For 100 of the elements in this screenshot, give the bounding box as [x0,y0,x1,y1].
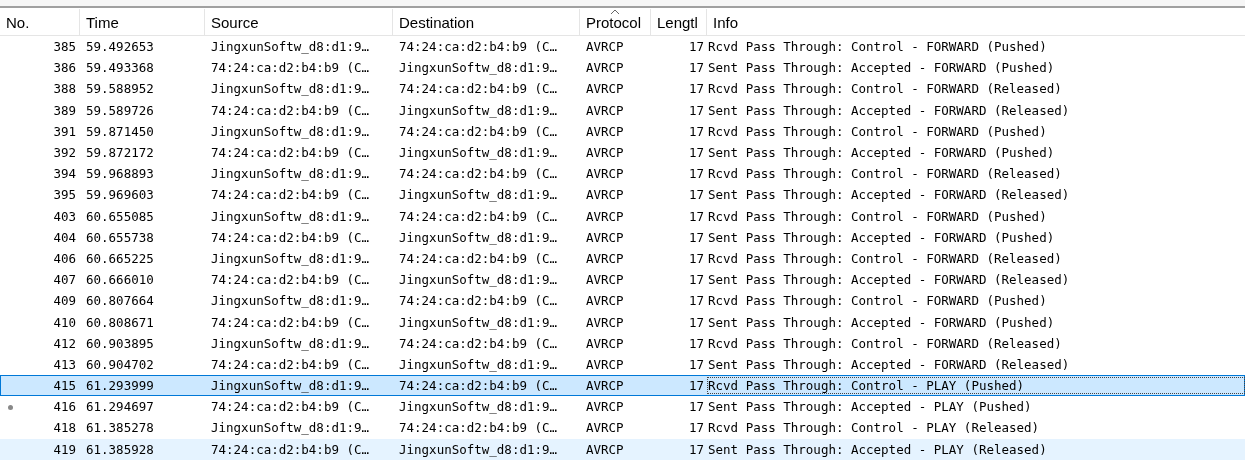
table-cell-text: 385 [52,39,77,55]
column-header[interactable]: Info [707,9,1245,35]
table-cell-text: 74:24:ca:d2:b4:b9 (C… [210,229,371,245]
table-cell-text: 17 [687,60,705,76]
table-cell-text: 61.293999 [85,378,155,394]
table-cell-text: JingxunSoftw_d8:d1:9… [210,123,371,139]
table-cell-text: AVRCP [585,229,625,245]
table-cell-text: JingxunSoftw_d8:d1:9… [210,293,371,309]
packet-row[interactable]: 413 60.904702 74:24:ca:d2:b4:b9 (C… JingxunSoftw_d8:d1:9… AVRCP 17 Sent Pass Through: Accepted - FORWARD (Released) [0,353,1245,375]
table-cell-text: AVRCP [585,314,625,330]
table-cell-text: 17 [687,335,705,351]
column-header[interactable]: Protocol [580,9,651,35]
table-cell: Rcvd Pass Through: Control - PLAY (Pushed) [708,378,1244,394]
table-cell-text: JingxunSoftw_d8:d1:9… [210,39,371,55]
table-cell-text: AVRCP [585,399,625,415]
table-cell-text: Sent Pass Through: Accepted - PLAY (Pushed) [708,399,1033,415]
table-cell-text: 60.655085 [85,208,155,224]
table-cell-text: 60.666010 [85,272,155,288]
table-cell-text: 74:24:ca:d2:b4:b9 (C… [210,187,371,203]
packet-row[interactable]: 403 60.655085 JingxunSoftw_d8:d1:9… 74:24:ca:d2:b4:b9 (C… AVRCP 17 Rcvd Pass Through: Control - FORWARD (Pushed) [0,205,1245,227]
column-header[interactable]: Destination [393,9,580,35]
table-cell-text: AVRCP [585,187,625,203]
packet-row[interactable]: 386 59.493368 74:24:ca:d2:b4:b9 (C… JingxunSoftw_d8:d1:9… AVRCP 17 Sent Pass Through: Accepted - FORWARD (Pushed) [0,57,1245,79]
table-cell-text: JingxunSoftw_d8:d1:9… [398,102,559,118]
table-cell-text: AVRCP [585,250,625,266]
packet-row[interactable]: 395 59.969603 74:24:ca:d2:b4:b9 (C… JingxunSoftw_d8:d1:9… AVRCP 17 Sent Pass Through: Accepted - FORWARD (Released) [0,184,1245,206]
packet-row[interactable]: 409 60.807664 JingxunSoftw_d8:d1:9… 74:24:ca:d2:b4:b9 (C… AVRCP 17 Rcvd Pass Through: Control - FORWARD (Pushed) [0,290,1245,312]
table-cell-text: JingxunSoftw_d8:d1:9… [398,356,559,372]
table-cell-text: AVRCP [585,272,625,288]
table-cell-text: 17 [687,378,705,394]
table-cell-text: AVRCP [585,81,625,97]
table-cell-text: Rcvd Pass Through: Control - FORWARD (Pushed) [708,39,1048,55]
table-cell-text: JingxunSoftw_d8:d1:9… [398,399,559,415]
table-cell-text: 74:24:ca:d2:b4:b9 (C… [210,314,371,330]
table-cell-text: Sent Pass Through: Accepted - FORWARD (Released) [708,356,1071,372]
packet-row[interactable]: 415 61.293999 JingxunSoftw_d8:d1:9… 74:24:ca:d2:b4:b9 (C… AVRCP 17 Rcvd Pass Through: Control - PLAY (Pushed) [0,375,1245,397]
table-cell-text: JingxunSoftw_d8:d1:9… [398,60,559,76]
packet-row[interactable]: 410 60.808671 74:24:ca:d2:b4:b9 (C… JingxunSoftw_d8:d1:9… AVRCP 17 Sent Pass Through: Accepted - FORWARD (Pushed) [0,311,1245,333]
table-cell-text: Rcvd Pass Through: Control - FORWARD (Pushed) [708,208,1048,224]
packet-row[interactable]: 419 61.385928 74:24:ca:d2:b4:b9 (C… JingxunSoftw_d8:d1:9… AVRCP 17 Sent Pass Through: Accepted - PLAY (Released) [0,438,1245,460]
table-cell-text: Sent Pass Through: Accepted - FORWARD (Pushed) [708,229,1056,245]
table-cell-text: 60.655738 [85,229,155,245]
packet-row[interactable]: 385 59.492653 JingxunSoftw_d8:d1:9… 74:24:ca:d2:b4:b9 (C… AVRCP 17 Rcvd Pass Through: Control - FORWARD (Pushed) [0,36,1245,58]
table-cell-text: 17 [687,81,705,97]
table-cell-text: AVRCP [585,378,625,394]
table-cell-text: 59.492653 [85,39,155,55]
table-cell-text: AVRCP [585,145,625,161]
table-cell-text: Rcvd Pass Through: Control - FORWARD (Pushed) [708,123,1048,139]
table-cell-text: 74:24:ca:d2:b4:b9 (C… [210,60,371,76]
table-cell-text: 74:24:ca:d2:b4:b9 (C… [210,145,371,161]
table-cell-text: JingxunSoftw_d8:d1:9… [398,145,559,161]
table-cell-text: JingxunSoftw_d8:d1:9… [210,208,371,224]
table-cell-text: 59.968893 [85,166,155,182]
table-cell-text: Rcvd Pass Through: Control - FORWARD (Released) [708,250,1063,266]
table-cell-text: 61.385928 [85,441,155,457]
column-header[interactable]: Lengtl [651,9,707,35]
table-cell-text: Rcvd Pass Through: Control - FORWARD (Pushed) [708,293,1048,309]
table-cell-text: 17 [687,208,705,224]
table-cell-text: 17 [687,420,705,436]
table-cell-text: 17 [687,250,705,266]
table-cell-text: 74:24:ca:d2:b4:b9 (C… [398,335,559,351]
table-cell-text: Sent Pass Through: Accepted - PLAY (Released) [708,441,1048,457]
packet-row[interactable]: 388 59.588952 JingxunSoftw_d8:d1:9… 74:24:ca:d2:b4:b9 (C… AVRCP 17 Rcvd Pass Through: Control - FORWARD (Released) [0,78,1245,100]
table-cell-text: 386 [52,60,77,76]
table-cell-text: 74:24:ca:d2:b4:b9 (C… [210,102,371,118]
table-cell-text: Rcvd Pass Through: Control - FORWARD (Released) [708,81,1063,97]
packet-row[interactable]: 392 59.872172 74:24:ca:d2:b4:b9 (C… JingxunSoftw_d8:d1:9… AVRCP 17 Sent Pass Through: Accepted - FORWARD (Pushed) [0,141,1245,164]
table-cell-text: Rcvd Pass Through: Control - PLAY (Released) [708,420,1041,436]
column-header[interactable]: Time [80,9,205,35]
column-header[interactable]: Source [205,9,393,35]
table-cell-text: 17 [687,314,705,330]
table-cell-text: JingxunSoftw_d8:d1:9… [398,272,559,288]
table-cell-text: Sent Pass Through: Accepted - FORWARD (Pushed) [708,145,1056,161]
table-cell-text: 74:24:ca:d2:b4:b9 (C… [398,250,559,266]
column-header[interactable]: No. [0,9,80,35]
table-cell-text: 74:24:ca:d2:b4:b9 (C… [210,399,371,415]
table-cell-text: AVRCP [585,39,625,55]
packet-row[interactable]: 406 60.665225 JingxunSoftw_d8:d1:9… 74:24:ca:d2:b4:b9 (C… AVRCP 17 Rcvd Pass Through: Control - FORWARD (Released) [0,247,1245,270]
packet-row[interactable]: 391 59.871450 JingxunSoftw_d8:d1:9… 74:24:ca:d2:b4:b9 (C… AVRCP 17 Rcvd Pass Through: Control - FORWARD (Pushed) [0,120,1245,142]
table-cell-text: 404 [52,229,77,245]
table-cell-text: 61.294697 [85,399,155,415]
packet-row[interactable]: 416 61.294697 74:24:ca:d2:b4:b9 (C… JingxunSoftw_d8:d1:9… AVRCP 17 Sent Pass Through: Accepted - PLAY (Pushed) [0,396,1245,418]
packet-row[interactable]: 389 59.589726 74:24:ca:d2:b4:b9 (C… JingxunSoftw_d8:d1:9… AVRCP 17 Sent Pass Through: Accepted - FORWARD (Released) [0,99,1245,121]
table-cell-text: AVRCP [585,123,625,139]
table-cell-text: 419 [52,441,77,457]
table-cell-text: 74:24:ca:d2:b4:b9 (C… [398,166,559,182]
packet-row[interactable]: 404 60.655738 74:24:ca:d2:b4:b9 (C… JingxunSoftw_d8:d1:9… AVRCP 17 Sent Pass Through: Accepted - FORWARD (Pushed) [0,226,1245,248]
packet-row[interactable]: 394 59.968893 JingxunSoftw_d8:d1:9… 74:24:ca:d2:b4:b9 (C… AVRCP 17 Rcvd Pass Through: Control - FORWARD (Released) [0,163,1245,185]
table-cell-text: 17 [687,399,705,415]
packet-row[interactable]: 412 60.903895 JingxunSoftw_d8:d1:9… 74:24:ca:d2:b4:b9 (C… AVRCP 17 Rcvd Pass Through: Control - FORWARD (Released) [0,332,1245,354]
packet-row[interactable]: 407 60.666010 74:24:ca:d2:b4:b9 (C… JingxunSoftw_d8:d1:9… AVRCP 17 Sent Pass Through: Accepted - FORWARD (Released) [0,269,1245,291]
table-cell-text: 59.493368 [85,60,155,76]
table-cell-text: 17 [687,123,705,139]
table-cell-text: JingxunSoftw_d8:d1:9… [210,166,371,182]
table-cell-text: Rcvd Pass Through: Control - FORWARD (Released) [708,335,1063,351]
table-cell-text: Sent Pass Through: Accepted - FORWARD (Pushed) [708,314,1056,330]
table-cell-text: 74:24:ca:d2:b4:b9 (C… [398,208,559,224]
table-cell-text: 17 [687,272,705,288]
packet-row[interactable]: 418 61.385278 JingxunSoftw_d8:d1:9… 74:24:ca:d2:b4:b9 (C… AVRCP 17 Rcvd Pass Through: Control - PLAY (Released) [0,417,1245,439]
table-cell-text: 403 [52,208,77,224]
